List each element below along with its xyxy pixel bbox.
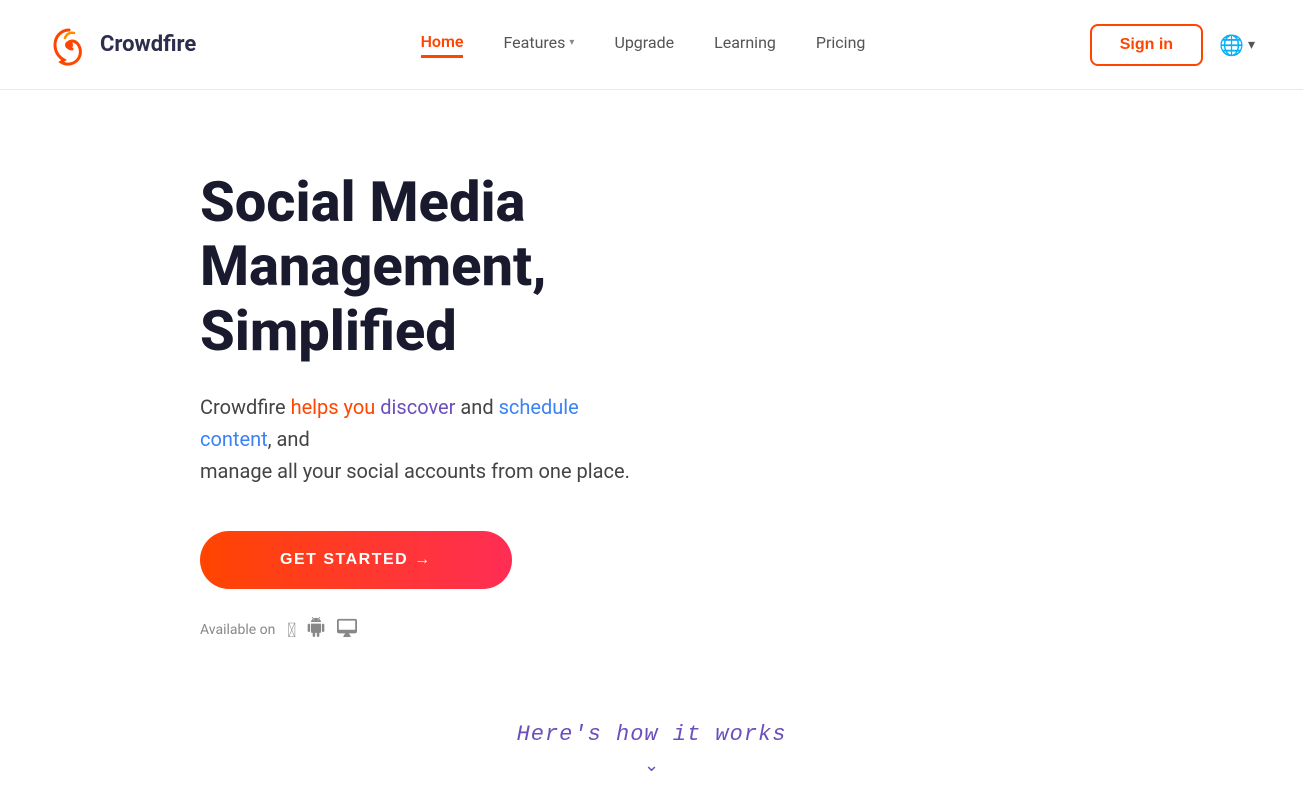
available-label: Available on: [200, 622, 275, 638]
sign-in-button[interactable]: Sign in: [1090, 24, 1203, 66]
nav-home[interactable]: Home: [421, 32, 464, 58]
available-row: Available on : [200, 617, 652, 642]
subtitle-crowdfire: Crowdfire: [200, 395, 291, 419]
platform-icons: : [287, 617, 358, 642]
how-it-works-text: Here's how it works: [0, 722, 1303, 747]
subtitle-highlight-2: discover: [380, 395, 460, 419]
apple-icon: : [287, 618, 296, 642]
logo[interactable]: Crowdfire: [48, 24, 196, 66]
nav-pricing[interactable]: Pricing: [816, 33, 866, 56]
features-chevron-icon: ▾: [569, 37, 574, 48]
hero-section: Social Media Management, Simplified Crow…: [0, 90, 700, 682]
globe-icon: 🌐: [1219, 33, 1244, 57]
lang-chevron-icon: ▾: [1248, 37, 1255, 53]
nav-learning[interactable]: Learning: [714, 33, 776, 56]
android-icon: [306, 617, 326, 642]
nav-features[interactable]: Features ▾: [503, 33, 574, 56]
hero-title: Social Media Management, Simplified: [200, 170, 652, 363]
scroll-down-icon[interactable]: ⌄: [0, 755, 1303, 776]
subtitle-and: and: [460, 395, 498, 419]
language-selector[interactable]: 🌐 ▾: [1219, 33, 1255, 57]
nav-links: Home Features ▾ Upgrade Learning Pricing: [421, 32, 866, 58]
navbar: Crowdfire Home Features ▾ Upgrade Learni…: [0, 0, 1303, 90]
desktop-icon: [336, 617, 358, 642]
get-started-button[interactable]: GET STARTED →: [200, 531, 512, 589]
nav-upgrade[interactable]: Upgrade: [614, 33, 674, 56]
how-it-works-section: Here's how it works ⌄: [0, 702, 1303, 806]
subtitle-highlight-1: helps you: [291, 395, 381, 419]
nav-right: Sign in 🌐 ▾: [1090, 24, 1255, 66]
logo-icon: [48, 24, 90, 66]
hero-subtitle: Crowdfire helps you discover and schedul…: [200, 391, 652, 487]
logo-text: Crowdfire: [100, 32, 196, 57]
